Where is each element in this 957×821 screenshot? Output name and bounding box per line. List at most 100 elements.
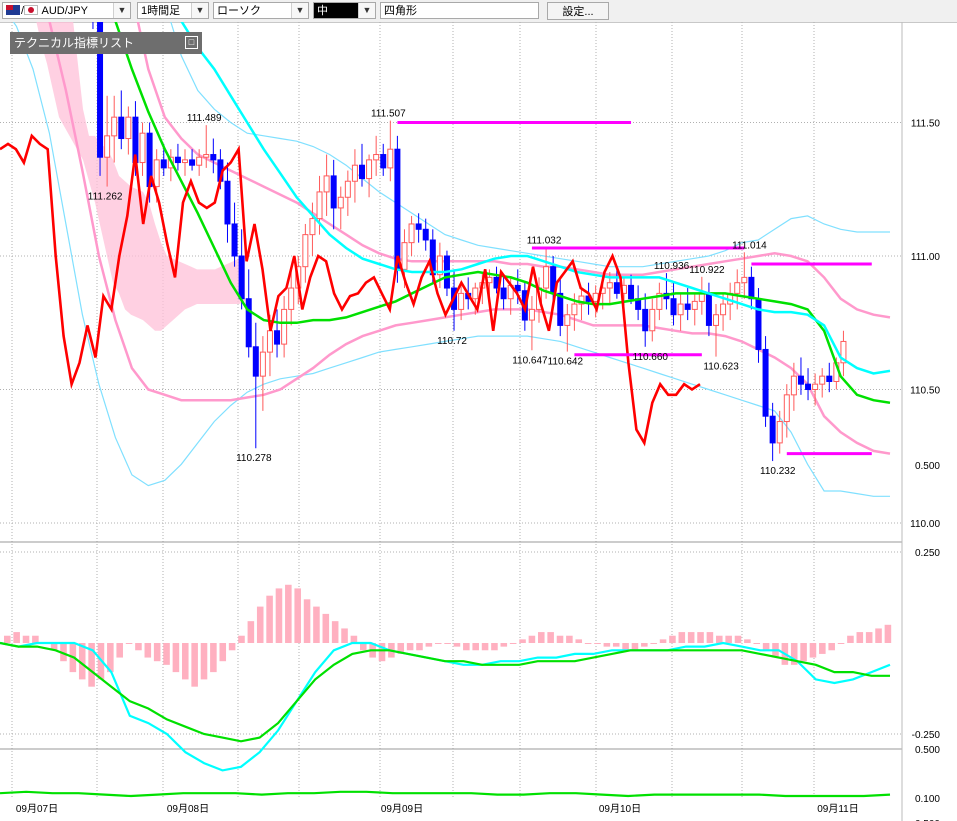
candle-body bbox=[458, 292, 465, 310]
y-tick-label: 111.50 bbox=[911, 119, 941, 130]
candle-body bbox=[231, 223, 238, 257]
candle-body bbox=[783, 394, 790, 423]
histogram-bar bbox=[322, 613, 330, 643]
candle-body bbox=[380, 154, 387, 169]
candle-body bbox=[713, 314, 719, 326]
candle-body bbox=[174, 156, 181, 164]
histogram-bar bbox=[247, 621, 255, 643]
histogram-bar bbox=[697, 632, 704, 643]
candle-body bbox=[628, 284, 635, 300]
histogram-bar bbox=[622, 643, 629, 651]
x-tick-label: 09月11日 bbox=[817, 803, 859, 815]
histogram-bar bbox=[547, 632, 554, 643]
chevron-down-icon[interactable]: ▼ bbox=[358, 3, 375, 18]
histogram-bar bbox=[294, 588, 301, 643]
x-tick-label: 09月08日 bbox=[167, 803, 209, 815]
candle-body bbox=[203, 154, 210, 158]
price-label: 110.278 bbox=[236, 453, 272, 464]
histogram-bar bbox=[716, 635, 723, 643]
histogram-bar bbox=[210, 643, 217, 673]
candle-body bbox=[557, 292, 564, 326]
histogram-bar bbox=[491, 643, 498, 651]
price-label: 111.489 bbox=[187, 113, 222, 124]
chart-area[interactable]: 12.624112.282111.262111.489110.278111.50… bbox=[0, 22, 957, 821]
symbol-select[interactable]: / AUD/JPY ▼ bbox=[2, 2, 131, 19]
x-tick-label: 09月10日 bbox=[599, 803, 641, 815]
histogram-bar bbox=[659, 639, 667, 643]
chart-style-label: ローソク bbox=[217, 5, 261, 17]
candle-body bbox=[125, 116, 132, 140]
histogram-bar bbox=[228, 643, 236, 651]
candle-body bbox=[189, 159, 196, 166]
histogram-bar bbox=[191, 643, 198, 687]
line-width-select[interactable]: 中 ▼ bbox=[313, 2, 376, 19]
candle-body bbox=[366, 159, 373, 180]
drawing-tool-label: 四角形 bbox=[384, 5, 417, 17]
candle-body bbox=[351, 164, 358, 182]
candle-body bbox=[472, 287, 479, 300]
histogram-bar bbox=[584, 643, 592, 644]
japan-flag-icon bbox=[24, 5, 39, 15]
histogram-bar bbox=[4, 635, 11, 643]
histogram-bar bbox=[566, 635, 573, 643]
candle-body bbox=[543, 266, 550, 289]
indicator-list-title: テクニカル指標リスト bbox=[14, 36, 135, 50]
histogram-bar bbox=[847, 635, 854, 643]
timeframe-select[interactable]: 1時間足 ▼ bbox=[137, 2, 209, 19]
candle-body bbox=[281, 308, 288, 345]
histogram-bar bbox=[453, 643, 461, 647]
cloud-area bbox=[36, 22, 245, 331]
candle-body bbox=[266, 330, 273, 353]
candle-body bbox=[182, 159, 188, 164]
price-label: 111.507 bbox=[371, 109, 406, 120]
histogram-bar bbox=[125, 643, 133, 644]
candle-body bbox=[408, 223, 415, 244]
histogram-bar bbox=[116, 643, 123, 658]
candle-body bbox=[649, 308, 656, 332]
histogram-bar bbox=[837, 643, 845, 644]
candle-body bbox=[705, 292, 712, 326]
histogram-bar bbox=[753, 643, 761, 644]
candle-body bbox=[670, 298, 677, 316]
candle-body bbox=[812, 383, 819, 391]
candle-body bbox=[309, 218, 316, 236]
chevron-down-icon[interactable]: ▼ bbox=[291, 3, 308, 18]
candle-body bbox=[571, 303, 578, 316]
candle-body bbox=[819, 375, 826, 385]
chevron-down-icon[interactable]: ▼ bbox=[113, 3, 130, 18]
candle-body bbox=[196, 156, 203, 166]
candle-body bbox=[642, 308, 649, 332]
histogram-bar bbox=[612, 643, 620, 647]
candle-body bbox=[160, 159, 167, 169]
drawing-tool-field[interactable]: 四角形 bbox=[380, 2, 539, 19]
histogram-bar bbox=[509, 643, 517, 644]
osc-tick-label: 0.250 bbox=[915, 548, 940, 559]
candle-body bbox=[528, 308, 535, 321]
histogram-bar bbox=[238, 635, 245, 643]
y-tick-label: 110.00 bbox=[910, 519, 940, 530]
histogram-bar bbox=[884, 624, 892, 643]
histogram-bar bbox=[519, 639, 526, 643]
indicator-list-panel[interactable]: テクニカル指標リスト □ bbox=[10, 32, 202, 54]
candle-body bbox=[359, 164, 365, 180]
histogram-bar bbox=[406, 643, 414, 651]
histogram-bar bbox=[631, 643, 639, 651]
settings-button[interactable]: 設定... bbox=[547, 2, 609, 20]
candle-body bbox=[805, 383, 812, 391]
close-icon[interactable]: □ bbox=[185, 36, 198, 49]
histogram-bar bbox=[135, 643, 142, 651]
price-label: 110.647 bbox=[512, 355, 548, 366]
histogram-bar bbox=[575, 639, 583, 643]
candle-body bbox=[606, 282, 613, 289]
price-label: 111.032 bbox=[527, 235, 562, 246]
histogram-bar bbox=[425, 643, 433, 647]
histogram-bar bbox=[275, 588, 283, 643]
lower-panel bbox=[0, 790, 891, 798]
candle-body bbox=[252, 346, 259, 377]
histogram-bar bbox=[416, 643, 423, 651]
candle-body bbox=[734, 282, 741, 294]
chevron-down-icon[interactable]: ▼ bbox=[191, 3, 208, 18]
histogram-bar bbox=[734, 635, 742, 643]
histogram-bar bbox=[313, 606, 320, 643]
chart-style-select[interactable]: ローソク ▼ bbox=[213, 2, 309, 19]
